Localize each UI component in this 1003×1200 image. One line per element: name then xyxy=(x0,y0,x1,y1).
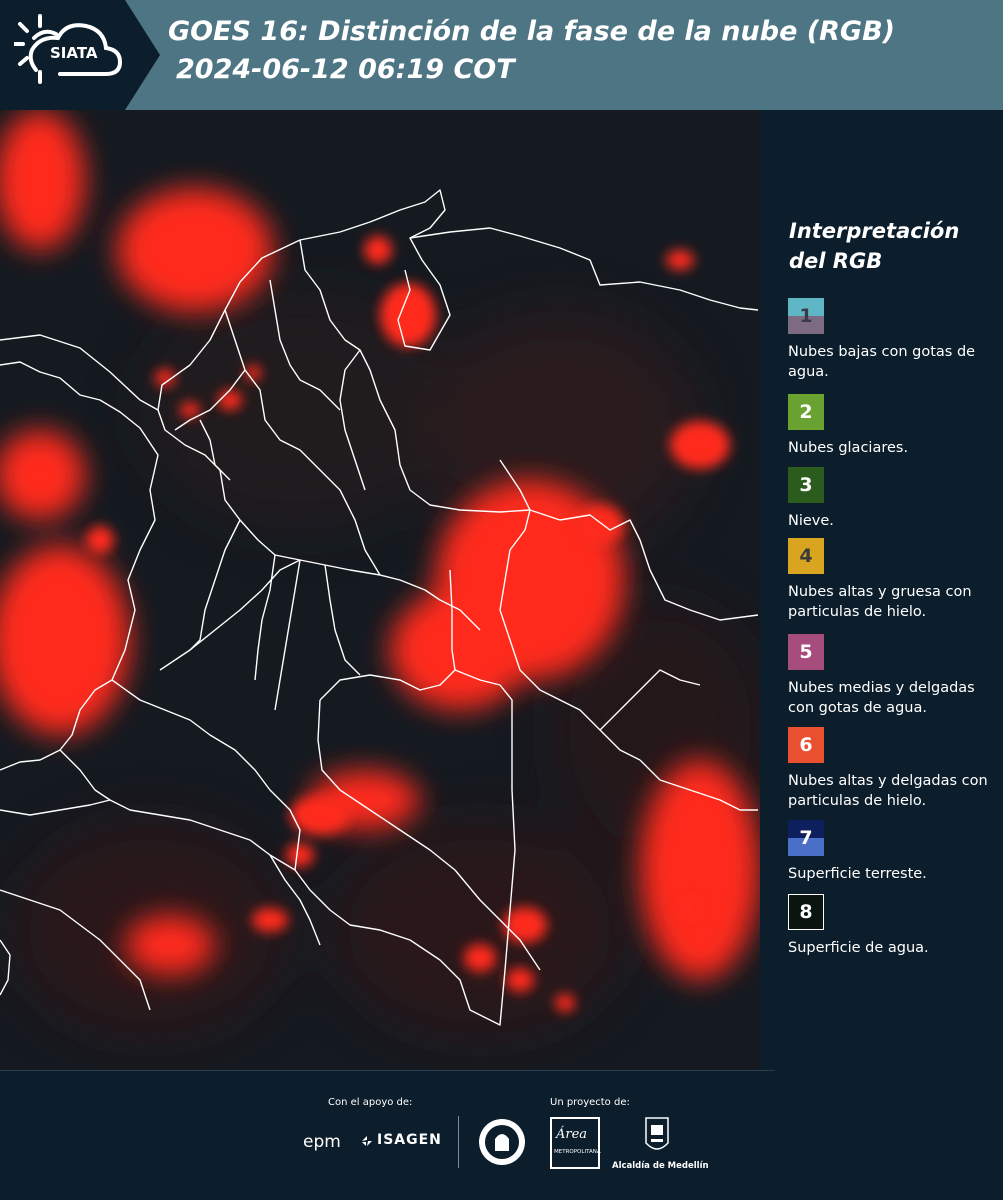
isagen-logo[interactable]: ISAGEN xyxy=(377,1132,442,1148)
legend-number: 5 xyxy=(799,640,813,663)
support-label: Con el apoyo de: xyxy=(328,1097,413,1108)
legend-number: 2 xyxy=(799,400,813,423)
legend-number: 6 xyxy=(799,733,813,756)
page-title: GOES 16: Distinción de la fase de la nub… xyxy=(168,16,895,47)
legend-label: Nubes glaciares. xyxy=(788,440,909,456)
alcaldia-label: Alcaldía de Medellín xyxy=(612,1161,709,1171)
siata-logo[interactable]: SIATA xyxy=(0,0,160,110)
project-label: Un proyecto de: xyxy=(550,1097,630,1108)
legend-item-7: 7 Superficie terreste. xyxy=(788,820,1000,884)
legend-label: Superficie terreste. xyxy=(788,866,927,882)
legend-number: 8 xyxy=(799,900,813,923)
footer-vertical-divider xyxy=(458,1116,459,1168)
legend-label: Nubes altas y delgadas con particulas de… xyxy=(788,773,988,809)
legend-number: 4 xyxy=(799,544,813,567)
legend-title: Interpretación del RGB xyxy=(789,219,960,273)
legend-item-4: 4 Nubes altas y gruesa con particulas de… xyxy=(788,538,1000,622)
footer: Con el apoyo de: Un proyecto de: epm ISA… xyxy=(0,1070,1003,1200)
legend-item-8: 8 Superficie de agua. xyxy=(788,894,1000,958)
map-canvas xyxy=(0,110,760,1070)
header-bar: SIATA GOES 16: Distinción de la fase de … xyxy=(0,0,1003,110)
legend-number: 1 xyxy=(799,304,813,327)
legend-label: Nieve. xyxy=(788,513,834,529)
legend-swatch: 7 xyxy=(788,820,824,856)
legend-label: Nubes bajas con gotas de agua. xyxy=(788,344,976,380)
legend-item-5: 5 Nubes medias y delgadas con gotas de a… xyxy=(788,634,1000,718)
legend-label: Nubes altas y gruesa con particulas de h… xyxy=(788,584,972,620)
seal-icon[interactable] xyxy=(477,1117,527,1167)
area-metropolitana-logo[interactable]: Área METROPOLITANA xyxy=(550,1117,601,1169)
epm-logo[interactable]: epm xyxy=(303,1132,341,1152)
legend-swatch: 1 xyxy=(788,298,824,334)
legend-item-3: 3 Nieve. xyxy=(788,467,1000,531)
legend-label: Superficie de agua. xyxy=(788,940,929,956)
legend-number: 3 xyxy=(799,473,813,496)
isagen-mark-icon xyxy=(362,1136,372,1146)
legend-swatch: 6 xyxy=(788,727,824,763)
legend-label: Nubes medias y delgadas con gotas de agu… xyxy=(788,680,975,716)
legend-swatch: 5 xyxy=(788,634,824,670)
legend-swatch: 3 xyxy=(788,467,824,503)
footer-divider xyxy=(0,1070,775,1071)
legend-item-6: 6 Nubes altas y delgadas con particulas … xyxy=(788,727,1000,811)
legend-panel: Interpretación del RGB 1 Nubes bajas con… xyxy=(760,110,1003,1070)
legend-swatch: 8 xyxy=(788,894,824,930)
area-sub-text: METROPOLITANA xyxy=(554,1149,601,1155)
legend-item-1: 1 Nubes bajas con gotas de agua. xyxy=(788,298,1000,382)
shield-icon[interactable] xyxy=(645,1117,669,1157)
timestamp: 2024-06-12 06:19 COT xyxy=(176,54,515,85)
satellite-map[interactable] xyxy=(0,110,760,1070)
legend-item-2: 2 Nubes glaciares. xyxy=(788,394,1000,458)
logo-text: SIATA xyxy=(50,44,98,62)
area-text: Área xyxy=(556,1127,588,1142)
legend-number: 7 xyxy=(799,826,813,849)
legend-swatch: 2 xyxy=(788,394,824,430)
legend-swatch: 4 xyxy=(788,538,824,574)
